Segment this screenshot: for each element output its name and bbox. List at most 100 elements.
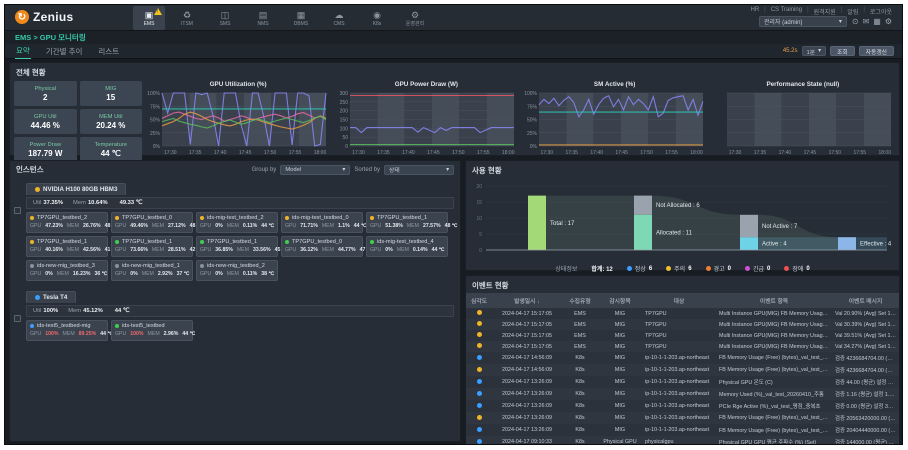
instance-card-metrics: GPU36.85%MEM33.56%45 ℃: [200, 247, 274, 253]
instance-card[interactable]: ids-mig-test_testbed_4GPU0%MEM0.14%44 ℃: [366, 236, 448, 257]
legend-item[interactable]: 긴급0: [745, 264, 770, 273]
apps-icon[interactable]: ▦: [873, 17, 881, 26]
top-link[interactable]: 로그아웃: [870, 7, 892, 16]
instance-card[interactable]: TP7GPU_testbed_1GPU51.38%MEM27.57%48 ℃: [366, 212, 448, 233]
top-link[interactable]: 알림: [847, 7, 858, 16]
menu-item-nms[interactable]: ▤NMS: [247, 6, 279, 30]
legend-item[interactable]: 정상6: [627, 264, 652, 273]
user-icons: ⊙ ✉▦ ⚙: [852, 17, 892, 26]
group-header[interactable]: NVIDIA H100 80GB HBM3: [26, 183, 126, 195]
usage-funnel-chart: 05101520Total : 17Not Allocated : 6Alloc…: [466, 178, 899, 263]
column-header[interactable]: 심각도: [466, 293, 492, 308]
column-header[interactable]: 발생일시 ↓: [492, 293, 562, 308]
refresh-interval-select[interactable]: 1분▾: [802, 46, 826, 56]
column-header[interactable]: 감시항목: [598, 293, 642, 308]
instance-card[interactable]: ids-mig-test_testbed_2GPU0%MEM0.11%44 ℃: [196, 212, 278, 233]
event-row[interactable]: 2024-04-17 13:26:09K8sMIGip-10-1-1-203.a…: [466, 376, 899, 388]
event-row[interactable]: 2024-04-17 09:10:33K8sPhysical GPUphysic…: [466, 436, 899, 445]
event-message: Val 39.51% (Avg) Set 10.00% (More than): [832, 330, 899, 341]
menu-item-k8s[interactable]: ◉K8s: [361, 6, 393, 30]
instance-card[interactable]: ids-test5_testbed-migGPU100%MEM89.25%44 …: [26, 320, 108, 341]
user-select[interactable]: 관리자 (admin) ▾: [759, 16, 847, 27]
event-row[interactable]: 2024-04-17 15:17:05EMSMIGTP7GPUMulti Ins…: [466, 308, 899, 319]
logo-text: Zenius: [33, 10, 73, 24]
instance-card[interactable]: ids-new-mig_testbed_1GPU0%MEM2.92%37 ℃: [111, 260, 193, 281]
event-row[interactable]: 2024-04-17 13:26:09K8sMIGip-10-1-1-203.a…: [466, 388, 899, 400]
event-kind: MIG: [598, 341, 642, 352]
instance-card[interactable]: TP7GPU_testbed_1 GPU36.85%MEM33.56%45 ℃: [196, 236, 278, 257]
mail-icon[interactable]: ✉: [863, 17, 870, 26]
event-row[interactable]: 2024-04-17 15:17:05EMSMIGTP7GPUMulti Ins…: [466, 330, 899, 341]
logo[interactable]: ↻ Zenius: [15, 10, 73, 24]
menu-item-운영관리[interactable]: ⚙운영관리: [399, 6, 431, 30]
mem-label: MEM: [227, 223, 239, 229]
column-header[interactable]: 이벤트 메시지: [832, 293, 899, 308]
top-link[interactable]: CS Training: [771, 7, 802, 16]
group-header[interactable]: Tesla T4: [26, 291, 76, 303]
menu-item-sms[interactable]: ◫SMS: [209, 6, 241, 30]
event-row[interactable]: 2024-04-17 14:56:09K8sMIGip-10-1-1-203.a…: [466, 352, 899, 364]
instance-card[interactable]: ids-test5_testbedGPU100%MEM2.96%44 ℃: [111, 320, 193, 341]
gpu-value: 49.46%: [130, 223, 148, 229]
mem-label: MEM: [227, 271, 239, 277]
instance-card-header: TP7GPU_testbed_1: [370, 215, 444, 221]
instance-card[interactable]: ids-new-mig_testbed_2GPU0%MEM0.11%38 ℃: [196, 260, 278, 281]
instance-card[interactable]: ids-mig-test_testbed_0GPU71.71%MEM1.1%44…: [281, 212, 363, 233]
search-button[interactable]: 조회: [830, 46, 855, 56]
instance-card-metrics: GPU100%MEM2.96%44 ℃: [115, 331, 189, 337]
tab-리스트[interactable]: 리스트: [97, 44, 120, 59]
status-dot-icon: [35, 187, 40, 192]
mem-label: MEM: [148, 331, 160, 337]
status-dot-icon: [200, 216, 204, 220]
instance-card[interactable]: ids-new-mig_testbed_3GPU0%MEM16.23%36 ℃: [26, 260, 108, 281]
column-header[interactable]: 수집유형: [562, 293, 598, 308]
legend-item[interactable]: 경고0: [706, 264, 731, 273]
event-row[interactable]: 2024-04-17 15:17:05EMSMIGTP7GPUMulti Ins…: [466, 341, 899, 352]
menu-item-ems[interactable]: ▣EMS: [133, 6, 165, 30]
menu-item-itsm[interactable]: ♻ITSM: [171, 6, 203, 30]
column-header[interactable]: 이벤트 항목: [716, 293, 832, 308]
status-dot-icon: [115, 324, 119, 328]
menu-item-cms[interactable]: ☁CMS: [323, 6, 355, 30]
instance-card[interactable]: TP7GPU_testbed_1GPU40.16%MEM42.56%41 ℃: [26, 236, 108, 257]
event-row[interactable]: 2024-04-17 15:17:05EMSMIGTP7GPUMulti Ins…: [466, 319, 899, 330]
event-row[interactable]: 2024-04-17 13:26:09K8sMIGip-10-1-1-203.a…: [466, 412, 899, 424]
instance-card[interactable]: TP7GPU_testbed_0GPU49.46%MEM27.12%48 ℃: [111, 212, 193, 233]
event-row[interactable]: 2024-04-17 13:26:09K8sMIGip-10-1-1-203.a…: [466, 424, 899, 436]
gpu-label: GPU: [285, 223, 296, 229]
instance-card[interactable]: TP7GPU_testbed_0GPU36.12%MEM44.77%47 ℃: [281, 236, 363, 257]
settings-icon[interactable]: ⚙: [885, 17, 892, 26]
legend-item[interactable]: 주의6: [666, 264, 691, 273]
group-checkbox[interactable]: [14, 207, 21, 214]
instance-card-header: ids-test5_testbed-mig: [30, 323, 104, 329]
auto-refresh-button[interactable]: 자동갱신: [859, 46, 894, 56]
top-link[interactable]: HR: [750, 7, 759, 16]
chart-x-axis: 17:3017:3517:4017:4517:5017:5518:00: [146, 150, 330, 156]
event-date: 2024-04-17 14:56:09: [492, 352, 562, 364]
instance-name: TP7GPU_testbed_1: [207, 239, 257, 245]
sort-by-select[interactable]: 상태▾: [384, 165, 454, 175]
group-by-label: Group by: [252, 167, 277, 173]
group-stat-value: 10.64%: [88, 200, 108, 206]
tab-요약[interactable]: 요약: [15, 43, 31, 60]
stat-card: MEM Util20.24 %: [80, 109, 143, 134]
instance-card[interactable]: TP7GPU_testbed_1GPU73.66%MEM28.51%42 ℃: [111, 236, 193, 257]
profile-icon[interactable]: ⊙: [852, 17, 859, 26]
top-link[interactable]: 원격지원: [814, 7, 836, 16]
group-by-select[interactable]: Model▾: [280, 165, 350, 175]
severity-dot-icon: [477, 355, 482, 360]
event-target: ip-10-1-1-203.ap-northeast: [642, 424, 716, 436]
severity-cell: [466, 319, 492, 330]
instance-cards: ids-test5_testbed-migGPU100%MEM89.25%44 …: [26, 320, 454, 341]
gpu-label: GPU: [115, 223, 126, 229]
tab-기간별 추이[interactable]: 기간별 추이: [45, 44, 84, 59]
group-checkbox[interactable]: [14, 315, 21, 322]
legend-count: 6: [649, 266, 652, 272]
menu-item-dbms[interactable]: ▦DBMS: [285, 6, 317, 30]
event-row[interactable]: 2024-04-17 14:56:09K8sMIGip-10-1-1-203.a…: [466, 364, 899, 376]
instance-card[interactable]: TP7GPU_testbed_2GPU47.23%MEM26.76%48 ℃: [26, 212, 108, 233]
status-dot-icon: [115, 216, 119, 220]
event-row[interactable]: 2024-04-17 13:26:09K8sMIGip-10-1-1-203.a…: [466, 400, 899, 412]
legend-item[interactable]: 장애0: [784, 264, 809, 273]
column-header[interactable]: 대상: [642, 293, 716, 308]
